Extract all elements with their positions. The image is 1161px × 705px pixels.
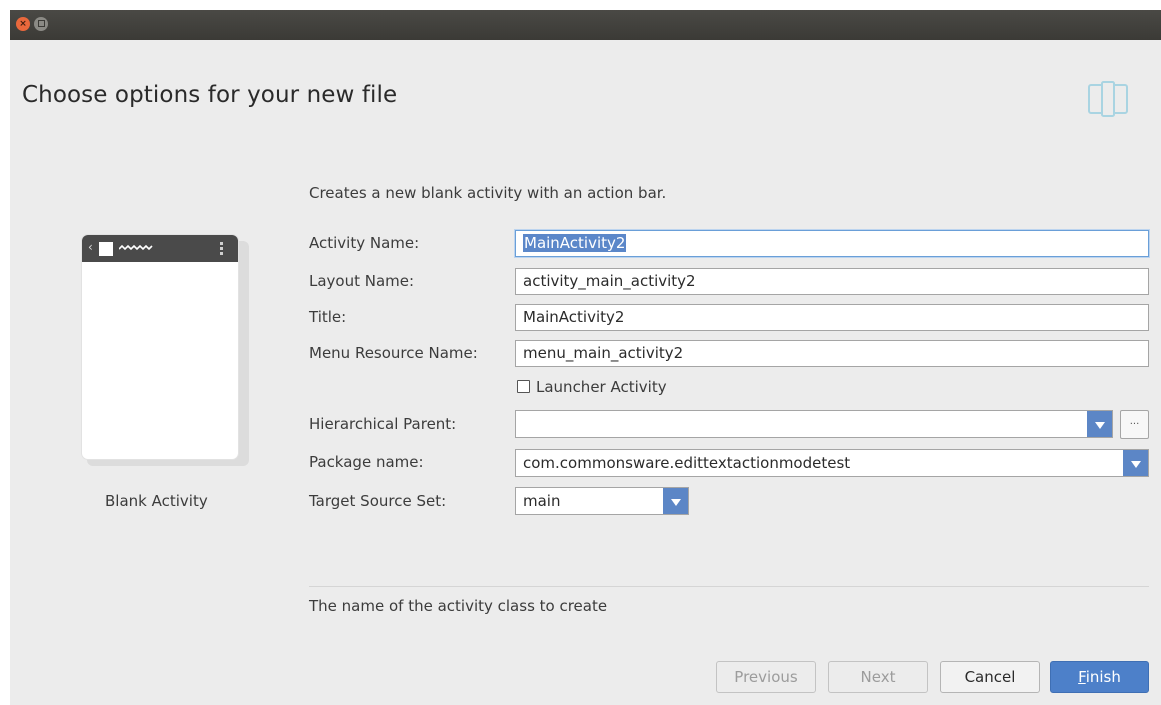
title-field[interactable]: MainActivity2: [515, 304, 1149, 331]
page-title: Choose options for your new file: [22, 82, 398, 108]
finish-label: inish: [1085, 668, 1121, 686]
package-name-combo[interactable]: com.commonsware.edittextactionmodetest: [515, 449, 1149, 477]
package-name-label: Package name:: [309, 453, 424, 471]
preview-action-bar: ‹: [82, 235, 238, 262]
chevron-down-icon[interactable]: [1087, 411, 1112, 437]
menu-resource-name-field[interactable]: menu_main_activity2: [515, 340, 1149, 367]
template-description: Creates a new blank activity with an act…: [309, 184, 667, 202]
dialog-window: × Choose options for your new file Creat…: [10, 10, 1161, 705]
device-icon: [1088, 81, 1128, 117]
checkbox-box[interactable]: [517, 380, 530, 393]
maximize-window-button[interactable]: [34, 17, 48, 31]
template-label: Blank Activity: [105, 492, 208, 510]
hierarchical-parent-label: Hierarchical Parent:: [309, 415, 457, 433]
title-placeholder-icon: [119, 244, 153, 251]
target-source-set-label: Target Source Set:: [309, 492, 447, 510]
title-bar: ×: [10, 10, 1161, 40]
next-button[interactable]: Next: [828, 661, 928, 693]
chevron-down-icon[interactable]: [663, 488, 688, 514]
hierarchical-parent-combo[interactable]: [515, 410, 1113, 438]
overflow-menu-icon: [220, 242, 223, 257]
app-icon: [99, 242, 113, 256]
activity-name-label: Activity Name:: [309, 234, 420, 252]
divider: [309, 586, 1149, 587]
target-source-set-value: main: [523, 492, 561, 510]
layout-name-field[interactable]: activity_main_activity2: [515, 268, 1149, 295]
previous-button[interactable]: Previous: [716, 661, 816, 693]
menu-resource-name-label: Menu Resource Name:: [309, 344, 478, 362]
activity-name-value: MainActivity2: [523, 234, 627, 252]
target-source-set-combo[interactable]: main: [515, 487, 689, 515]
finish-mnemonic: F: [1078, 668, 1086, 686]
field-hint: The name of the activity class to create: [309, 597, 608, 615]
title-label: Title:: [309, 308, 347, 326]
layout-name-label: Layout Name:: [309, 272, 415, 290]
launcher-activity-checkbox[interactable]: Launcher Activity: [517, 378, 667, 396]
finish-button[interactable]: Finish: [1050, 661, 1149, 693]
template-preview: ‹: [82, 235, 238, 459]
close-window-button[interactable]: ×: [16, 17, 30, 31]
browse-parent-button[interactable]: ...: [1120, 410, 1149, 439]
activity-name-field[interactable]: MainActivity2: [515, 230, 1149, 257]
chevron-down-icon[interactable]: [1123, 450, 1148, 476]
cancel-button[interactable]: Cancel: [940, 661, 1040, 693]
back-chevron-icon: ‹: [88, 240, 93, 254]
package-name-value: com.commonsware.edittextactionmodetest: [523, 454, 851, 472]
launcher-activity-label: Launcher Activity: [536, 378, 667, 396]
